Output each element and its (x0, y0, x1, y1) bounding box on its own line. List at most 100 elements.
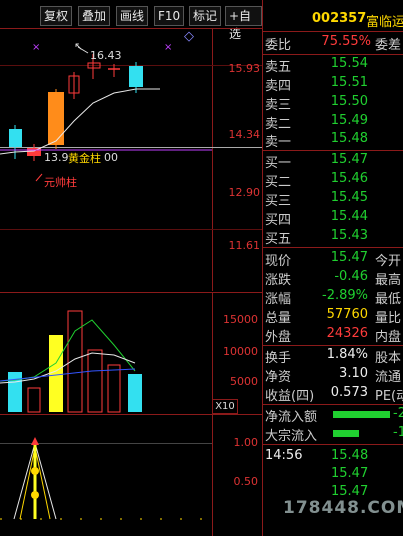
arrow-icon: ↖ (74, 40, 84, 53)
price-panel[interactable]: 15.93 14.34 12.90 11.61 ◇ × × ↖ 16.43 13… (0, 29, 262, 291)
buy-level-label: 买二 (265, 175, 292, 190)
order-diff-label: 委差 (375, 38, 402, 53)
buy-level-row[interactable]: 买一 15.47 (263, 152, 403, 172)
quote-row: 现价 15.47 今开 (263, 250, 403, 270)
mark-button[interactable]: 标记 (189, 6, 222, 26)
quote-value: 24326 (326, 326, 368, 341)
buy-level-label: 买五 (265, 232, 292, 247)
overlay-button[interactable]: 叠加 (78, 6, 111, 26)
quote-label: 现价 (265, 254, 292, 269)
divider (263, 444, 403, 445)
fundamental-row: 净资 3.10 流通 (263, 366, 403, 386)
divider (263, 31, 403, 32)
buy-level-row[interactable]: 买二 15.46 (263, 171, 403, 191)
buy-level-label: 买四 (265, 213, 292, 228)
fundamental-value: 3.10 (339, 366, 368, 381)
fundamental-label: 换手 (265, 351, 292, 366)
price-tick-label: 14.34 (228, 128, 261, 141)
volume-tick-label: 10000 (223, 345, 258, 358)
fundamental-extra-label: 股本 (375, 351, 402, 366)
buy-level-price: 15.43 (330, 228, 368, 243)
stock-code: 002357 (312, 11, 367, 26)
fundamental-row: 收益(四) 0.573 PE(动) (263, 385, 403, 405)
fundamental-value: 0.573 (330, 385, 368, 400)
buy-level-label: 买三 (265, 194, 292, 209)
fundamental-label: 净资 (265, 370, 292, 385)
quote-label: 总量 (265, 311, 292, 326)
yuanshuai-label: 元帅柱 (44, 176, 77, 189)
order-ratio-label: 委比 (265, 38, 292, 53)
volume-panel[interactable]: 15000 10000 5000 X10 (0, 293, 262, 414)
sell-level-label: 卖三 (265, 98, 292, 113)
fundamental-extra-label: 流通 (375, 370, 402, 385)
sell-level-price: 15.54 (330, 56, 368, 71)
quote-extra-label: 量比 (375, 311, 402, 326)
high-price-label: 16.43 (90, 49, 122, 62)
sell-level-row[interactable]: 卖一 15.48 (263, 131, 403, 151)
volume-bar (67, 310, 83, 413)
fundamental-row: 换手 1.84% 股本 (263, 347, 403, 367)
sell-level-price: 15.49 (330, 113, 368, 128)
indicator-tick-label: 1.00 (233, 436, 259, 449)
buy-level-row[interactable]: 买五 15.43 (263, 228, 403, 248)
flow-value: -2 (393, 406, 403, 421)
buy-level-price: 15.47 (330, 152, 368, 167)
chart-toolbar: 复权 叠加 画线 F10 标记 +自选 (0, 0, 262, 41)
draw-line-button[interactable]: 画线 (116, 6, 149, 26)
sell-level-label: 卖四 (265, 79, 292, 94)
flow-row: 净流入额 -2 (263, 406, 403, 426)
quote-label: 涨跌 (265, 273, 292, 288)
quote-label: 外盘 (265, 330, 292, 345)
volume-unit-label: X10 (212, 399, 238, 414)
order-ratio-value: 75.55% (321, 34, 371, 49)
sell-level-price: 15.48 (330, 131, 368, 146)
candle (48, 92, 64, 145)
f10-button[interactable]: F10 (154, 6, 185, 26)
sell-level-row[interactable]: 卖四 15.51 (263, 75, 403, 95)
tick-price: 15.48 (331, 448, 369, 463)
buy-level-label: 买一 (265, 156, 292, 171)
order-ratio-row: 委比 75.55% 委差 (263, 34, 403, 54)
indicator-panel[interactable]: 1.00 0.50 (0, 415, 262, 536)
quote-value: 15.47 (330, 250, 368, 265)
price-tick-label: 12.90 (228, 186, 261, 199)
flow-row: 大宗流入 -1 (263, 425, 403, 445)
candle (87, 62, 101, 69)
divider (263, 404, 403, 405)
fundamental-extra-label: PE(动) (375, 389, 403, 404)
quote-row: 总量 57760 量比 (263, 307, 403, 327)
buy-level-price: 15.44 (330, 209, 368, 224)
divider (263, 150, 403, 151)
sell-level-row[interactable]: 卖三 15.50 (263, 94, 403, 114)
flow-bar (333, 430, 359, 437)
indicator-chart (0, 437, 212, 520)
flow-value: -1 (393, 425, 403, 440)
add-watchlist-button[interactable]: +自选 (225, 6, 262, 41)
volume-chart (0, 310, 142, 413)
sell-level-price: 15.50 (330, 94, 368, 109)
watermark: 178448.COM (283, 498, 403, 518)
fuquan-button[interactable]: 复权 (40, 6, 73, 26)
sell-level-row[interactable]: 卖二 15.49 (263, 113, 403, 133)
indicator-tick-label: 0.50 (233, 475, 259, 488)
buy-level-row[interactable]: 买三 15.45 (263, 190, 403, 210)
volume-bar (49, 335, 63, 412)
price-tick-label: 11.61 (228, 239, 261, 252)
sell-level-label: 卖二 (265, 117, 292, 132)
stock-name: 富临运 (366, 15, 403, 30)
quote-value: -2.89% (322, 288, 368, 303)
divider (263, 247, 403, 248)
candle (9, 129, 22, 147)
buy-level-price: 15.45 (330, 190, 368, 205)
low-price-label: 13.9 (44, 151, 69, 164)
sell-level-label: 卖一 (265, 135, 292, 150)
flow-label: 净流入额 (265, 410, 318, 425)
price-tick-label: 15.93 (228, 62, 261, 75)
fundamental-label: 收益(四) (265, 389, 315, 404)
quote-value: -0.46 (334, 269, 368, 284)
volume-bar (27, 387, 41, 413)
sell-level-row[interactable]: 卖五 15.54 (263, 56, 403, 76)
volume-tick-label: 15000 (223, 313, 258, 326)
volume-bar (128, 374, 142, 412)
buy-level-row[interactable]: 买四 15.44 (263, 209, 403, 229)
